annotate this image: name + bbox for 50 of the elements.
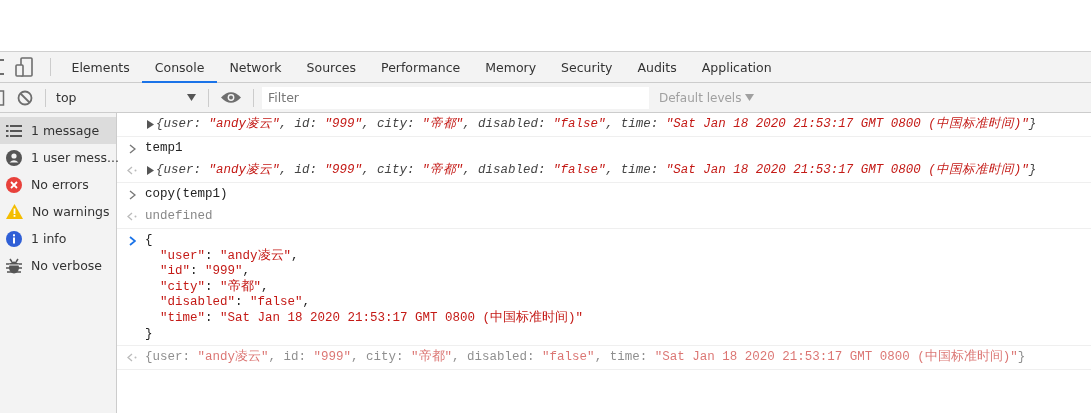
dropdown-caret-icon (187, 94, 196, 101)
expand-triangle-icon[interactable] (147, 166, 154, 176)
sidebar-item[interactable]: 1 info (0, 225, 116, 252)
console-input-line: "id": "999", (159, 264, 252, 279)
sidebar-toggle-icon[interactable] (0, 89, 5, 106)
console-input-line: } (145, 326, 154, 343)
panel-tab[interactable]: Performance (368, 53, 473, 83)
console-output-line: {user: "andy凌云", id: "999", city: "帝都", disabled: "false", time: "Sat Jan 18 2020 21:53:17 GMT 0800 (中国标准时间)"} (156, 117, 1037, 133)
sidebar-item[interactable]: 1 message (0, 117, 116, 144)
user-icon (6, 149, 22, 166)
console-input-line: { (145, 232, 154, 249)
panel-tab[interactable]: Sources (294, 53, 369, 83)
console-input-line: copy(temp1) (145, 186, 228, 203)
panel-tab[interactable]: Application (689, 53, 785, 83)
console-input-line: "user": "andy凌云", (159, 248, 300, 265)
panel-tab[interactable]: Elements (59, 53, 143, 83)
panel-tab[interactable]: Memory (472, 53, 549, 83)
warning-icon (6, 204, 23, 219)
panel-tab[interactable]: Audits (624, 53, 690, 83)
console-input-line: "city": "帝都", (159, 279, 270, 296)
device-toolbar-icon[interactable] (15, 57, 33, 77)
context-select[interactable]: top (52, 90, 202, 105)
expand-triangle-icon[interactable] (147, 120, 154, 129)
console-input-line: "disabled": "false", (159, 295, 312, 311)
panel-tab[interactable]: Network (216, 53, 295, 83)
error-icon (6, 176, 22, 193)
result-arrow-icon (127, 353, 137, 363)
info-icon (6, 230, 22, 247)
result-arrow-icon (127, 166, 137, 176)
console-output-line: undefined (145, 209, 213, 225)
bug-icon (6, 257, 22, 274)
dropdown-caret-icon (745, 94, 755, 101)
list-icon (6, 124, 22, 137)
clear-console-icon[interactable] (17, 89, 33, 106)
console-output-line: {user: "andy凌云", id: "999", city: "帝都", disabled: "false", time: "Sat Jan 18 2020 21:53:17 GMT 0800 (中国标准时间)"} (145, 350, 1026, 366)
sidebar-item[interactable]: No errors (0, 171, 116, 198)
sidebar-item[interactable]: 1 user mess... (0, 144, 116, 171)
console-input-line: "time": "Sat Jan 18 2020 21:53:17 GMT 0800 (中国标准时间)" (159, 310, 584, 327)
result-arrow-icon (127, 212, 137, 222)
eye-icon[interactable] (221, 91, 241, 104)
panel-tab[interactable]: Security (548, 53, 625, 83)
console-output-line: {user: "andy凌云", id: "999", city: "帝都", disabled: "false", time: "Sat Jan 18 2020 21:53:17 GMT 0800 (中国标准时间)"} (156, 163, 1037, 179)
prompt-chevron-icon (128, 235, 136, 246)
input-chevron-icon (128, 189, 136, 200)
sidebar-item[interactable]: No warnings (0, 198, 116, 225)
console-input-line: temp1 (145, 140, 183, 157)
filter-field[interactable]: Filter (262, 86, 649, 109)
inspect-icon[interactable] (0, 58, 6, 76)
input-chevron-icon (128, 143, 136, 154)
sidebar-item[interactable]: No verbose (0, 252, 116, 279)
